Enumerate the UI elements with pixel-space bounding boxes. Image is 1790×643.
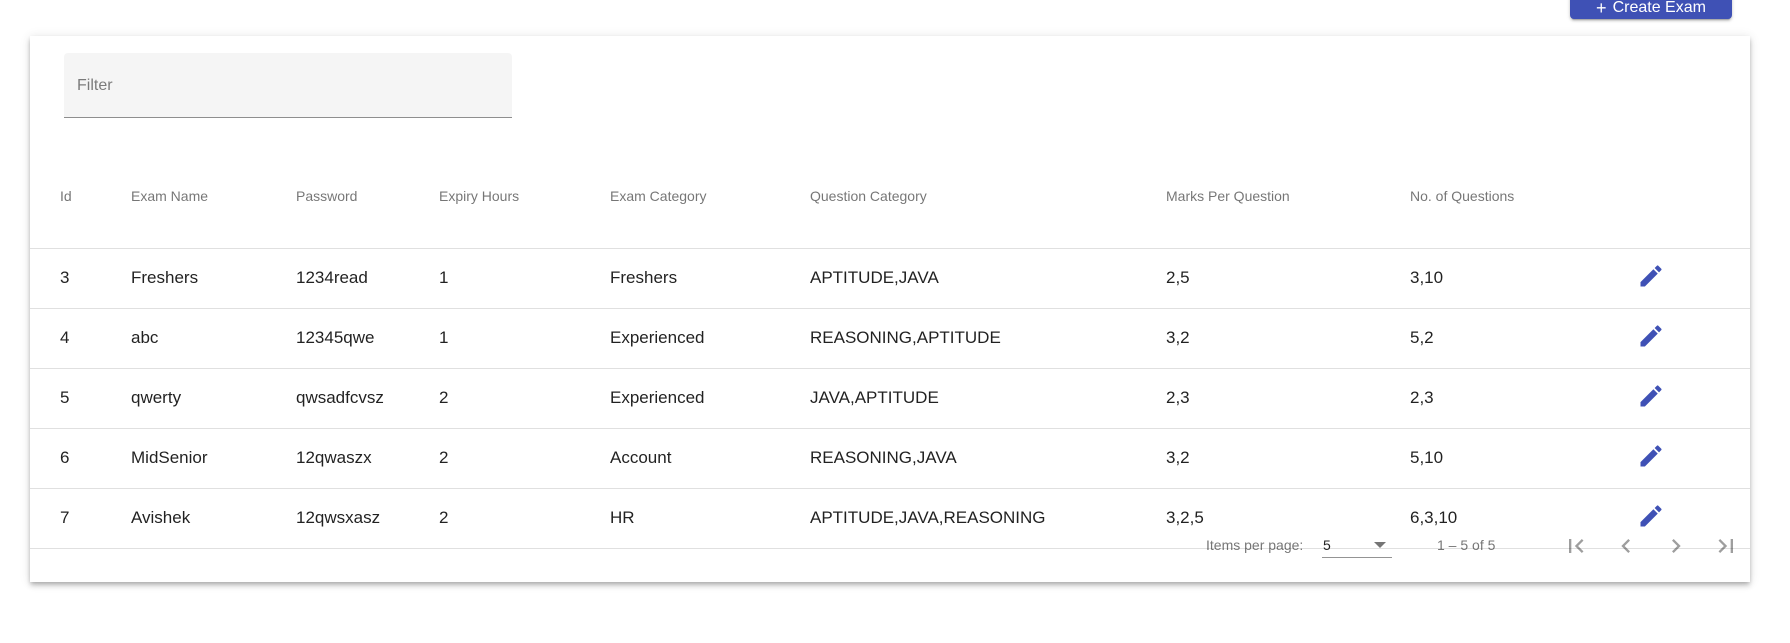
header-no-of-questions: No. of Questions bbox=[1410, 188, 1515, 204]
cell-id: 5 bbox=[60, 388, 70, 407]
last-page-icon bbox=[1718, 539, 1733, 553]
cell-marks-per-question: 3,2 bbox=[1166, 328, 1190, 347]
edit-icon[interactable] bbox=[1637, 382, 1665, 410]
cell-exam-name: MidSenior bbox=[131, 448, 208, 467]
cell-expiry-hours: 1 bbox=[439, 268, 449, 287]
table-row: 3 Freshers 1234read 1 Freshers APTITUDE,… bbox=[30, 248, 1750, 308]
chevron-down-icon bbox=[1374, 542, 1386, 548]
cell-no-of-questions: 2,3 bbox=[1410, 388, 1434, 407]
cell-exam-name: qwerty bbox=[131, 388, 182, 407]
header-exam-category: Exam Category bbox=[610, 188, 707, 204]
page-size-select[interactable]: 5 bbox=[1322, 534, 1392, 558]
table-row: 6 MidSenior 12qwaszx 2 Account REASONING… bbox=[30, 428, 1750, 488]
table-row: 5 qwerty qwsadfcvsz 2 Experienced JAVA,A… bbox=[30, 368, 1750, 428]
next-page-button[interactable] bbox=[1656, 526, 1696, 566]
last-page-button[interactable] bbox=[1706, 526, 1746, 566]
exam-table-card: Id Exam Name Password Expiry Hours Exam … bbox=[30, 36, 1750, 582]
create-exam-button[interactable]: + Create Exam bbox=[1570, 0, 1732, 19]
edit-icon[interactable] bbox=[1637, 442, 1665, 470]
cell-exam-category: Experienced bbox=[610, 328, 705, 347]
header-expiry-hours: Expiry Hours bbox=[439, 188, 520, 204]
page-size-value: 5 bbox=[1323, 537, 1331, 553]
table-row: 4 abc 12345qwe 1 Experienced REASONING,A… bbox=[30, 308, 1750, 368]
cell-question-category: REASONING,APTITUDE bbox=[810, 328, 1001, 347]
cell-marks-per-question: 2,5 bbox=[1166, 268, 1190, 287]
cell-question-category: REASONING,JAVA bbox=[810, 448, 957, 467]
cell-no-of-questions: 5,10 bbox=[1410, 448, 1444, 467]
cell-id: 3 bbox=[60, 268, 70, 287]
chevron-left-icon bbox=[1621, 539, 1630, 553]
cell-marks-per-question: 2,3 bbox=[1166, 388, 1190, 407]
edit-icon[interactable] bbox=[1637, 262, 1665, 290]
cell-exam-category: Account bbox=[610, 448, 672, 467]
cell-exam-name: Freshers bbox=[131, 268, 199, 287]
cell-actions bbox=[1637, 368, 1750, 428]
paginator: Items per page: 5 1 – 5 of 5 bbox=[30, 512, 1750, 582]
cell-password: 12qwaszx bbox=[296, 448, 372, 467]
chevron-right-icon bbox=[1672, 539, 1681, 553]
page-range-label: 1 – 5 of 5 bbox=[1437, 537, 1496, 553]
header-actions bbox=[1637, 176, 1750, 248]
create-exam-label: Create Exam bbox=[1612, 0, 1706, 16]
cell-marks-per-question: 3,2 bbox=[1166, 448, 1190, 467]
header-marks-per-question: Marks Per Question bbox=[1166, 188, 1290, 204]
cell-question-category: APTITUDE,JAVA bbox=[810, 268, 939, 287]
edit-icon[interactable] bbox=[1637, 322, 1665, 350]
cell-exam-name: abc bbox=[131, 328, 159, 347]
cell-no-of-questions: 3,10 bbox=[1410, 268, 1444, 287]
cell-exam-category: Freshers bbox=[610, 268, 678, 287]
cell-actions bbox=[1637, 428, 1750, 488]
cell-question-category: JAVA,APTITUDE bbox=[810, 388, 939, 407]
header-exam-name: Exam Name bbox=[131, 188, 209, 204]
cell-no-of-questions: 5,2 bbox=[1410, 328, 1434, 347]
cell-password: 12345qwe bbox=[296, 328, 375, 347]
header-id: Id bbox=[60, 188, 72, 204]
cell-actions bbox=[1637, 308, 1750, 368]
first-page-button[interactable] bbox=[1556, 526, 1596, 566]
cell-password: 1234read bbox=[296, 268, 368, 287]
items-per-page-label: Items per page: bbox=[1206, 537, 1304, 553]
cell-actions bbox=[1637, 248, 1750, 308]
first-page-icon bbox=[1569, 539, 1584, 553]
exam-list-page: + Create Exam Id Exam Name Password Expi… bbox=[0, 0, 1790, 643]
filter-field[interactable] bbox=[64, 53, 512, 118]
table-header-row: Id Exam Name Password Expiry Hours Exam … bbox=[30, 176, 1750, 248]
cell-expiry-hours: 2 bbox=[439, 448, 449, 467]
cell-exam-category: Experienced bbox=[610, 388, 705, 407]
cell-id: 4 bbox=[60, 328, 70, 347]
plus-icon: + bbox=[1596, 0, 1607, 18]
filter-input[interactable] bbox=[77, 73, 497, 99]
exam-table: Id Exam Name Password Expiry Hours Exam … bbox=[30, 176, 1750, 549]
cell-expiry-hours: 2 bbox=[439, 388, 449, 407]
header-question-category: Question Category bbox=[810, 188, 927, 204]
cell-expiry-hours: 1 bbox=[439, 328, 449, 347]
cell-password: qwsadfcvsz bbox=[296, 388, 384, 407]
previous-page-button[interactable] bbox=[1606, 526, 1646, 566]
header-password: Password bbox=[296, 188, 358, 204]
cell-id: 6 bbox=[60, 448, 70, 467]
